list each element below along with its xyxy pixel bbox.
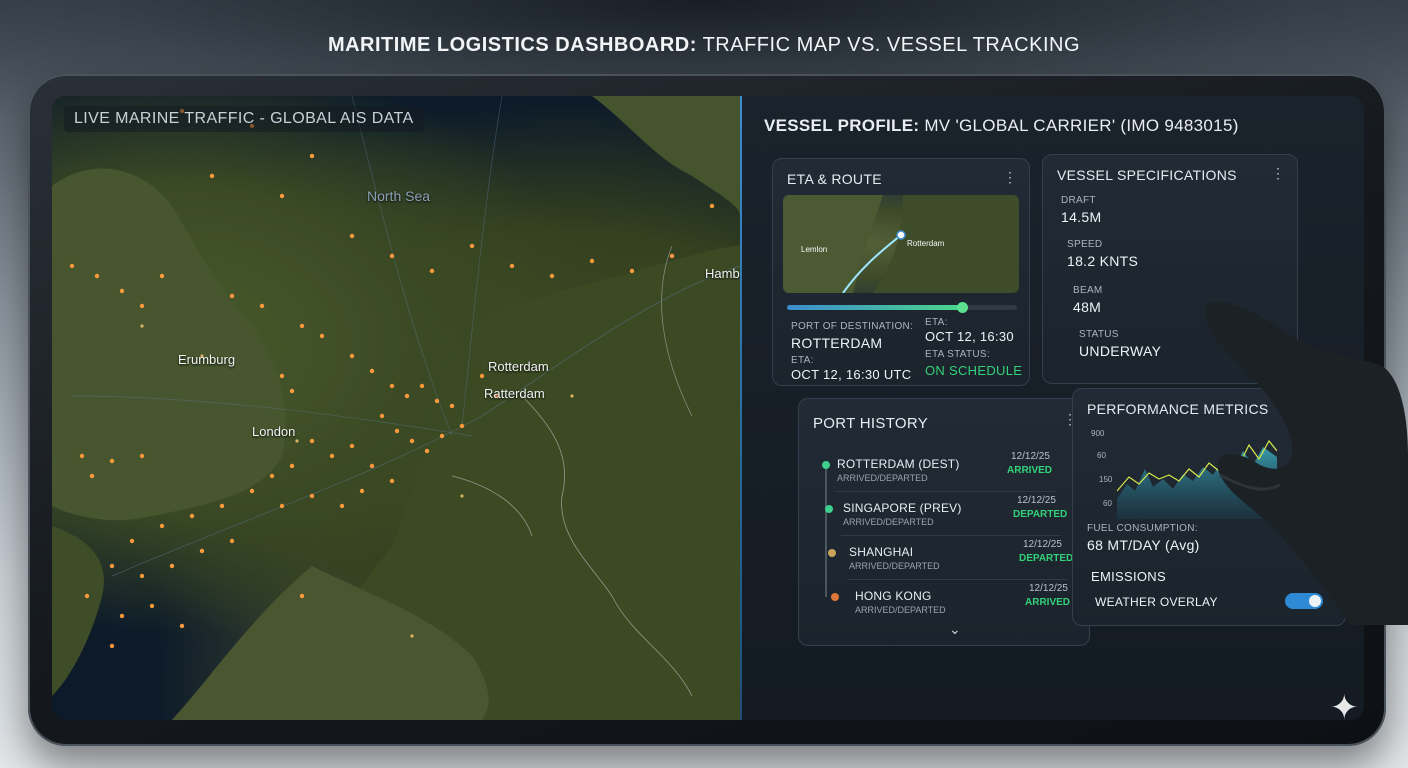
port-history-date: 12/12/25	[1017, 495, 1056, 506]
port-history-date: 12/12/25	[1029, 583, 1068, 594]
port-history-status: DEPARTED	[1019, 553, 1074, 564]
mini-map-label-rotterdam: Rotterdam	[907, 239, 945, 248]
traffic-map[interactable]: LIVE MARINE TRAFFIC - GLOBAL AIS DATA No…	[52, 96, 758, 720]
eta-status-value: ON SCHEDULE	[925, 363, 1023, 378]
port-history-sub: ARRIVED/DEPARTED	[849, 561, 940, 571]
fuel-consumption-label: FUEL CONSUMPTION:	[1087, 523, 1198, 534]
port-history-date: 12/12/25	[1023, 539, 1062, 550]
eta-route-card: ETA & ROUTE ⋮ Lemlon Rotterdam PORT OF D…	[772, 158, 1030, 386]
draft-label: DRAFT	[1061, 195, 1096, 206]
beam-label: BEAM	[1073, 285, 1103, 296]
mini-map-label-lemlon: Lemlon	[801, 245, 828, 254]
map-title: LIVE MARINE TRAFFIC - GLOBAL AIS DATA	[64, 106, 424, 132]
port-history-name: SINGAPORE (PREV)	[843, 501, 962, 515]
emissions-label: EMISSIONS	[1091, 569, 1166, 584]
britain-land	[52, 168, 286, 521]
map-label-ratterdam: Ratterdam	[484, 386, 545, 401]
map-label-erumburg: Erumburg	[178, 352, 236, 367]
port-history-dot	[825, 505, 833, 513]
route-progress-knob[interactable]	[956, 302, 968, 313]
beam-value: 48M	[1073, 299, 1102, 315]
port-history-status: ARRIVED	[1007, 465, 1053, 476]
page-headline: MARITIME LOGISTICS DASHBOARD: TRAFFIC MA…	[0, 34, 1408, 57]
port-history-name: ROTTERDAM (DEST)	[837, 457, 960, 471]
vessel-specs-menu-icon[interactable]: ⋮	[1271, 165, 1285, 182]
vessel-profile-title-bold: VESSEL PROFILE:	[764, 116, 920, 135]
ireland-land	[52, 526, 104, 696]
eta-route-menu-icon[interactable]: ⋮	[1003, 169, 1017, 186]
vessel-specs-title: VESSEL SPECIFICATIONS	[1057, 167, 1237, 183]
port-history-separator	[835, 491, 1055, 492]
port-history-title: PORT HISTORY	[813, 415, 929, 432]
headline-rest: TRAFFIC MAP VS. VESSEL TRACKING	[696, 34, 1081, 56]
gloved-hand	[1205, 301, 1408, 625]
port-history-card: PORT HISTORY ⋮ ROTTERDAM (DEST) ARRIVED/D…	[798, 398, 1090, 646]
route-progress-fill	[787, 305, 962, 310]
headline-bold: MARITIME LOGISTICS DASHBOARD:	[327, 34, 697, 56]
port-history-status: ARRIVED	[1025, 597, 1071, 608]
port-of-destination-label: PORT OF DESTINATION:	[791, 321, 914, 332]
port-history-separator	[841, 535, 1061, 536]
port-of-destination-value: ROTTERDAM	[791, 335, 883, 351]
port-history-name: SHANGHAI	[849, 545, 914, 559]
eta-label-1: ETA:	[925, 317, 948, 328]
port-history-status: DEPARTED	[1013, 509, 1068, 520]
tablet-screen: LIVE MARINE TRAFFIC - GLOBAL AIS DATA No…	[52, 96, 1364, 720]
eta-value-2: OCT 12, 16:30 UTC	[791, 367, 912, 382]
port-history-timeline	[825, 467, 827, 597]
port-history-name: HONG KONG	[855, 589, 932, 603]
status-label: STATUS	[1079, 329, 1119, 340]
draft-value: 14.5M	[1061, 209, 1102, 225]
port-history-dot	[822, 461, 830, 469]
route-mini-map[interactable]: Lemlon Rotterdam	[783, 195, 1019, 293]
chevron-down-icon[interactable]: ⌄	[949, 621, 961, 638]
route-mini-map-graphics	[783, 195, 1019, 293]
port-history-sub: ARRIVED/DEPARTED	[843, 517, 934, 527]
port-history-sub: ARRIVED/DEPARTED	[837, 473, 928, 483]
vessel-profile-title: VESSEL PROFILE: MV 'GLOBAL CARRIER' (IMO…	[764, 116, 1239, 136]
map-label-london: London	[252, 424, 296, 439]
port-history-date: 12/12/25	[1011, 451, 1050, 462]
perf-y-tick-1: 60	[1097, 451, 1106, 460]
perf-y-tick-2: 150	[1099, 475, 1113, 484]
port-history-sub: ARRIVED/DEPARTED	[855, 605, 946, 615]
vessel-profile-title-rest: MV 'GLOBAL CARRIER' (IMO 9483015)	[919, 116, 1239, 135]
fuel-consumption-value: 68 MT/DAY (Avg)	[1087, 537, 1200, 553]
eta-label-2: ETA:	[791, 355, 814, 366]
eta-value-1: OCT 12, 16:30	[925, 329, 1014, 344]
route-progress-bar	[787, 302, 1017, 313]
port-history-dot	[831, 593, 839, 601]
sparkle-icon: ✦	[1330, 689, 1359, 727]
denmark-land	[592, 96, 740, 216]
port-history-separator	[847, 579, 1067, 580]
map-label-north-sea: North Sea	[367, 188, 431, 204]
perf-y-tick-0: 900	[1091, 429, 1105, 438]
port-history-dot	[828, 549, 836, 557]
speed-label: SPEED	[1067, 239, 1103, 250]
eta-status-label: ETA STATUS:	[925, 349, 990, 360]
perf-y-tick-3: 60	[1103, 499, 1112, 508]
eta-route-title: ETA & ROUTE	[787, 171, 882, 187]
status-value: UNDERWAY	[1079, 343, 1162, 359]
speed-value: 18.2 KNTS	[1067, 253, 1139, 269]
map-label-rotterdam: Rotterdam	[488, 359, 549, 374]
